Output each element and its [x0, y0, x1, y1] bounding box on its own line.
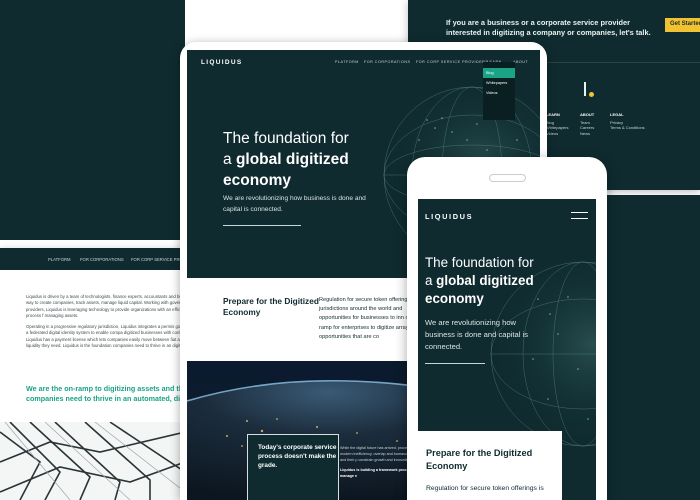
- nav-corp-service[interactable]: FOR CORP SERVICE PRO: [131, 257, 183, 262]
- hero-subtitle: We are revolutionizing how business is d…: [223, 195, 366, 213]
- brand-logo[interactable]: LIQUIDUS: [201, 59, 242, 66]
- prepare-card: Prepare for the Digitized Economy Regula…: [418, 431, 562, 500]
- footer-link-careers[interactable]: Careers: [580, 125, 594, 131]
- get-started-button[interactable]: Get Started: [665, 18, 700, 32]
- nav-platform[interactable]: PLATFORM: [335, 60, 359, 64]
- phone-speaker: [489, 174, 526, 182]
- hero-title: The foundation for a global digitized ec…: [425, 255, 534, 306]
- nav-platform[interactable]: PLATFORM: [48, 257, 71, 262]
- nav-corporations[interactable]: FOR CORPORATIONS: [80, 257, 124, 262]
- hero-title: The foundation for a global digitized ec…: [223, 130, 349, 189]
- about-highlight: We are the on-ramp to digitizing assets …: [26, 384, 185, 403]
- phone-screen: LIQUIDUS The foundation for a global dig…: [418, 199, 596, 500]
- footer-cta-text: If you are a business or a corporate ser…: [446, 18, 651, 37]
- nav-corp-service-providers[interactable]: FOR CORP SERVICE PROVIDERS: [416, 60, 488, 64]
- learn-dropdown-menu: Blog Whitepapers Videos: [483, 62, 515, 120]
- phone-mockup: LIQUIDUS The foundation for a global dig…: [407, 157, 607, 500]
- menu-item-blog[interactable]: Blog: [483, 68, 515, 78]
- footer-col-learn: LEARN Blog Whitepapers Videos: [546, 112, 569, 137]
- footer-link-terms[interactable]: Terms & Conditions: [610, 125, 645, 131]
- about-paragraph: Liquidus is driven by a team of technolo…: [26, 294, 185, 318]
- regulation-text: Regulation for secure token offerings ju…: [319, 297, 415, 340]
- menu-item-videos[interactable]: Videos: [483, 88, 515, 98]
- back-dark-strip: [605, 195, 700, 500]
- prepare-heading: Prepare for the Digitized Economy: [223, 296, 319, 317]
- menu-item-whitepapers[interactable]: Whitepapers: [483, 78, 515, 88]
- hero-subtitle: We are revolutionizing how business is d…: [425, 318, 529, 351]
- about-body: Liquidus is driven by a team of technolo…: [26, 294, 185, 354]
- footer-link-news[interactable]: News: [580, 131, 594, 137]
- about-page-panel: PLATFORM FOR CORPORATIONS FOR CORP SERVI…: [0, 248, 185, 500]
- regulation-text: Regulation for secure token offerings is: [426, 485, 544, 492]
- footer-link-videos[interactable]: Videos: [546, 131, 568, 137]
- hamburger-menu-icon[interactable]: [571, 212, 588, 224]
- brand-logo[interactable]: LIQUIDUS: [425, 212, 473, 221]
- footer-col-about: ABOUT Team Careers News: [580, 112, 595, 137]
- quote-card: Today's corporate service process doesn'…: [247, 434, 339, 500]
- nav-about[interactable]: ABOUT: [513, 60, 528, 64]
- architecture-image: [0, 422, 185, 500]
- logo-dot-icon: [589, 92, 594, 97]
- about-paragraph: Operating in a progressive regulatory ju…: [26, 324, 185, 349]
- footer-col-legal: LEGAL Privacy Terms & Conditions: [610, 112, 645, 131]
- quote-text: Today's corporate service process doesn'…: [258, 444, 337, 469]
- back-dark-panel: [0, 0, 185, 240]
- hero-divider: [223, 225, 301, 226]
- nav-corporations[interactable]: FOR CORPORATIONS: [364, 60, 410, 64]
- hero-divider: [425, 363, 485, 364]
- prepare-heading: Prepare for the Digitized Economy: [426, 448, 533, 471]
- footer-link-whitepapers[interactable]: Whitepapers: [546, 125, 568, 131]
- about-nav-bar: PLATFORM FOR CORPORATIONS FOR CORP SERVI…: [0, 248, 185, 270]
